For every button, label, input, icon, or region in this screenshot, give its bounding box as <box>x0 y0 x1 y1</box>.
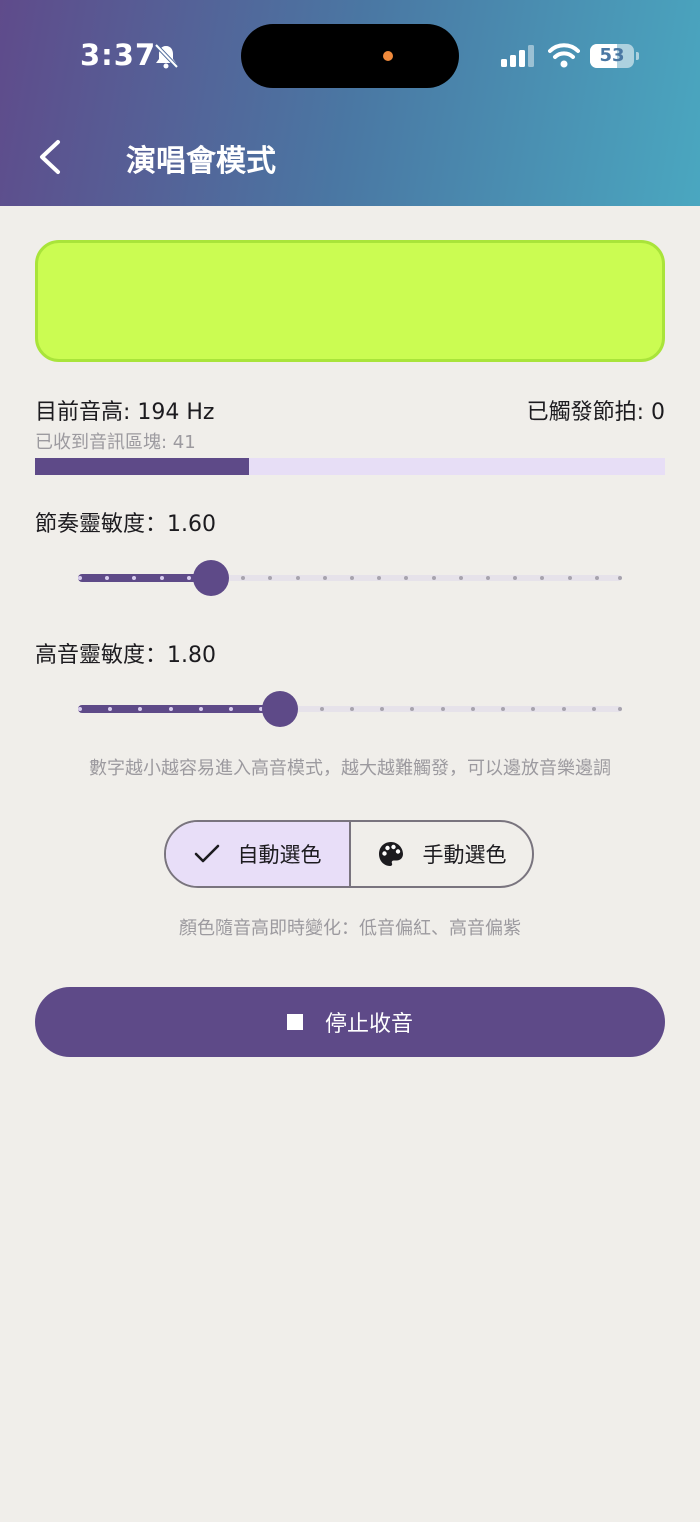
slider-tick <box>241 576 245 580</box>
slider-thumb[interactable] <box>262 691 298 727</box>
pitch-readout: 目前音高: 194 Hz <box>35 400 215 425</box>
slider-tick <box>513 576 517 580</box>
manual-color-button[interactable]: 手動選色 <box>351 822 532 886</box>
slider-tick <box>350 707 354 711</box>
slider-tick <box>108 707 112 711</box>
audio-level-bar <box>35 458 665 475</box>
slider-tick <box>562 707 566 711</box>
slider-tick <box>501 707 505 711</box>
slider-tick <box>531 707 535 711</box>
chevron-left-icon[interactable] <box>30 134 74 180</box>
slider-tick <box>540 576 544 580</box>
slider-tick <box>592 707 596 711</box>
slider-tick <box>296 576 300 580</box>
audio-chunks-count: 已收到音訊區塊: 41 <box>35 432 196 453</box>
color-mode-toggle: 自動選色 手動選色 <box>164 820 534 888</box>
slider-tick <box>268 576 272 580</box>
slider-tick <box>377 576 381 580</box>
cellular-signal-icon <box>501 45 534 67</box>
stop-button-label: 停止收音 <box>324 1012 413 1037</box>
slider-tick <box>432 576 436 580</box>
slider-tick <box>105 576 109 580</box>
beat-count: 已觸發節拍: 0 <box>526 400 665 425</box>
slider-tick <box>350 576 354 580</box>
slider-tick <box>380 707 384 711</box>
recording-indicator <box>383 51 393 61</box>
slider-tick <box>320 707 324 711</box>
stop-recording-button[interactable]: 停止收音 <box>35 987 665 1057</box>
status-time: 3:37 <box>80 38 157 72</box>
slider-tick <box>410 707 414 711</box>
app-header: 3:37 53 演唱會模式 <box>0 0 700 206</box>
slider-tick <box>486 576 490 580</box>
slider-tick <box>459 576 463 580</box>
slider-tick <box>618 707 622 711</box>
slider-tick <box>404 576 408 580</box>
bell-slash-icon <box>154 43 179 69</box>
slider-tick <box>323 576 327 580</box>
dynamic-island <box>241 24 459 88</box>
battery-indicator: 53 <box>590 44 634 68</box>
check-icon <box>194 844 219 863</box>
slider-tick <box>568 576 572 580</box>
treble-sensitivity-label: 高音靈敏度：1.80 <box>35 643 216 668</box>
slider-tick <box>78 576 82 580</box>
slider-tick <box>132 576 136 580</box>
slider-tick <box>229 707 233 711</box>
battery-cap <box>636 52 639 60</box>
slider-tick <box>187 576 191 580</box>
slider-tick <box>78 707 82 711</box>
auto-color-button[interactable]: 自動選色 <box>166 822 351 886</box>
slider-active-track <box>78 574 211 582</box>
wifi-icon <box>548 43 580 68</box>
slider-tick <box>595 576 599 580</box>
sensitivity-hint: 數字越小越容易進入高音模式，越大越難觸發，可以邊放音樂邊調 <box>89 758 611 779</box>
slider-tick <box>138 707 142 711</box>
slider-tick <box>199 707 203 711</box>
slider-tick <box>169 707 173 711</box>
battery-level: 53 <box>599 45 625 66</box>
page-title: 演唱會模式 <box>126 144 276 179</box>
slider-thumb[interactable] <box>193 560 229 596</box>
rhythm-sensitivity-label: 節奏靈敏度：1.60 <box>35 512 216 537</box>
stop-icon <box>286 1014 303 1030</box>
slider-tick <box>471 707 475 711</box>
slider-tick <box>441 707 445 711</box>
color-preview <box>35 240 665 362</box>
auto-color-label: 自動選色 <box>237 843 322 867</box>
audio-level-fill <box>35 458 250 475</box>
rhythm-sensitivity-slider[interactable] <box>78 558 622 598</box>
slider-tick <box>160 576 164 580</box>
slider-tick <box>618 576 622 580</box>
color-hint: 顏色隨音高即時變化：低音偏紅、高音偏紫 <box>179 918 521 939</box>
palette-icon <box>378 842 403 866</box>
manual-color-label: 手動選色 <box>422 843 507 867</box>
treble-sensitivity-slider[interactable] <box>78 689 622 729</box>
